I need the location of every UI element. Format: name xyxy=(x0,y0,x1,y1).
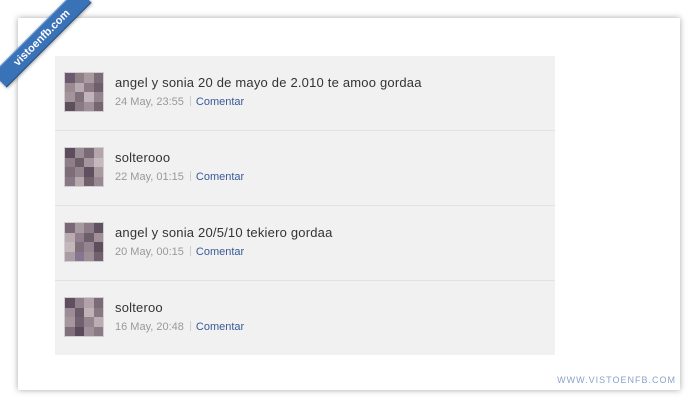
avatar-pixel xyxy=(74,326,84,336)
screenshot-frame: angel y sonia 20 de mayo de 2.010 te amo… xyxy=(18,18,680,390)
avatar-pixel xyxy=(74,242,84,252)
post-message: solterooo xyxy=(115,150,171,165)
avatar-pixel xyxy=(65,176,75,186)
avatar-pixel xyxy=(84,223,94,233)
avatar-pixel xyxy=(74,298,84,308)
wall-post: solterooo 22 May, 01:15 Comentar xyxy=(55,131,555,206)
avatar-pixel xyxy=(65,317,75,327)
post-message: angel y sonia 20/5/10 tekiero gordaa xyxy=(115,225,333,240)
post-message: solteroo xyxy=(115,300,163,315)
meta-separator xyxy=(189,96,191,106)
avatar-pixel xyxy=(84,326,94,336)
avatar-pixel xyxy=(74,307,84,317)
post-meta: 16 May, 20:48 Comentar xyxy=(115,321,244,333)
avatar-pixel xyxy=(74,317,84,327)
avatar-pixel xyxy=(93,232,103,242)
avatar-pixel xyxy=(93,167,103,177)
pixelated-avatar-icon[interactable] xyxy=(64,147,104,187)
comment-link[interactable]: Comentar xyxy=(196,246,244,258)
avatar-pixel xyxy=(84,242,94,252)
avatar-pixel xyxy=(84,148,94,158)
site-watermark: WWW.VISTOENFB.COM xyxy=(557,375,676,385)
ribbon-wrapper: vistoenfb.com xyxy=(0,0,110,110)
avatar-pixel xyxy=(93,307,103,317)
avatar-pixel xyxy=(65,223,75,233)
avatar-pixel xyxy=(93,298,103,308)
comment-link[interactable]: Comentar xyxy=(196,96,244,108)
meta-separator xyxy=(189,321,191,331)
site-ribbon: vistoenfb.com xyxy=(0,0,92,88)
avatar-pixel xyxy=(84,317,94,327)
post-timestamp: 24 May, 23:55 xyxy=(115,96,184,108)
post-message: angel y sonia 20 de mayo de 2.010 te amo… xyxy=(115,75,422,90)
avatar-pixel xyxy=(93,176,103,186)
avatar-pixel xyxy=(74,223,84,233)
wall-post: solteroo 16 May, 20:48 Comentar xyxy=(55,281,555,355)
post-meta: 20 May, 00:15 Comentar xyxy=(115,246,244,258)
avatar-pixel xyxy=(74,157,84,167)
avatar-pixel xyxy=(65,232,75,242)
avatar-pixel xyxy=(93,148,103,158)
wall-feed: angel y sonia 20 de mayo de 2.010 te amo… xyxy=(55,56,555,355)
avatar-pixel xyxy=(65,326,75,336)
avatar-pixel xyxy=(84,298,94,308)
pixelated-avatar-icon[interactable] xyxy=(64,297,104,337)
avatar-pixel xyxy=(65,148,75,158)
avatar-pixel xyxy=(84,157,94,167)
avatar-pixel xyxy=(84,167,94,177)
avatar-pixel xyxy=(93,317,103,327)
avatar-pixel xyxy=(84,176,94,186)
pixelated-avatar-icon[interactable] xyxy=(64,222,104,262)
avatar-pixel xyxy=(84,307,94,317)
avatar-pixel xyxy=(74,176,84,186)
avatar-pixel xyxy=(65,298,75,308)
wall-post: angel y sonia 20/5/10 tekiero gordaa 20 … xyxy=(55,206,555,281)
avatar-pixel xyxy=(84,251,94,261)
avatar-pixel xyxy=(74,251,84,261)
wall-post: angel y sonia 20 de mayo de 2.010 te amo… xyxy=(55,56,555,131)
avatar-pixel xyxy=(65,242,75,252)
avatar-pixel xyxy=(65,307,75,317)
meta-separator xyxy=(189,246,191,256)
avatar-pixel xyxy=(93,157,103,167)
avatar-pixel xyxy=(65,167,75,177)
comment-link[interactable]: Comentar xyxy=(196,171,244,183)
post-timestamp: 22 May, 01:15 xyxy=(115,171,184,183)
post-meta: 24 May, 23:55 Comentar xyxy=(115,96,244,108)
meta-separator xyxy=(189,171,191,181)
comment-link[interactable]: Comentar xyxy=(196,321,244,333)
post-timestamp: 16 May, 20:48 xyxy=(115,321,184,333)
avatar-pixel xyxy=(84,232,94,242)
avatar-pixel xyxy=(74,167,84,177)
avatar-pixel xyxy=(74,148,84,158)
post-meta: 22 May, 01:15 Comentar xyxy=(115,171,244,183)
avatar-pixel xyxy=(65,157,75,167)
avatar-pixel xyxy=(65,251,75,261)
avatar-pixel xyxy=(93,251,103,261)
avatar-pixel xyxy=(74,232,84,242)
avatar-pixel xyxy=(93,223,103,233)
avatar-pixel xyxy=(93,326,103,336)
post-timestamp: 20 May, 00:15 xyxy=(115,246,184,258)
avatar-pixel xyxy=(93,242,103,252)
